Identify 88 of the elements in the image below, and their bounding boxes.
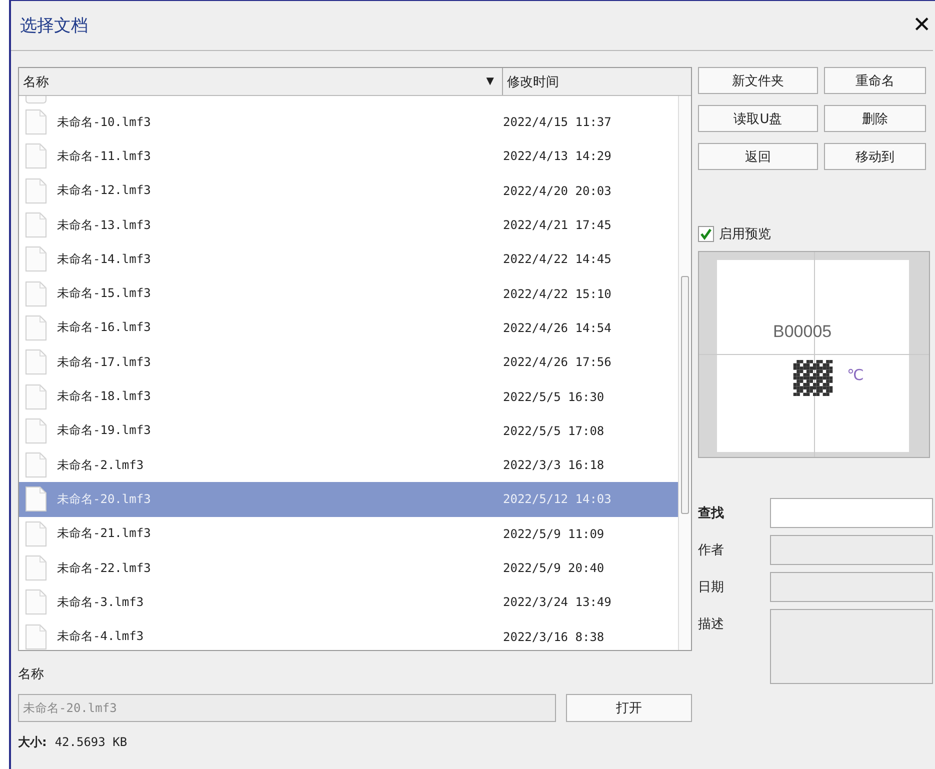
modified-date: 2022/3/3 16:18 [503,458,604,472]
file-icon [25,246,47,272]
file-row[interactable]: 未命名-18.lmf3 2022/5/5 16:30 [19,379,678,414]
file-name: 未命名-15.lmf3 [57,285,152,302]
label-text: B00005 [773,322,832,342]
action-button[interactable]: 新文件夹 [698,67,818,94]
file-row[interactable]: 未命名-10.lmf3 2022/4/15 11:37 [19,105,678,140]
file-name: 未命名-21.lmf3 [57,525,152,542]
search-field[interactable] [770,498,933,528]
modified-date: 2022/4/26 17:56 [503,355,612,370]
checkbox[interactable] [698,226,714,242]
scrollbar-thumb[interactable] [681,276,689,514]
file-name: 未命名-22.lmf3 [57,560,152,576]
file-row[interactable]: 未命名-2.lmf3 2022/3/3 16:18 [19,448,678,482]
modified-date: 2022/4/22 14:45 [503,252,612,266]
file-icon [25,452,47,478]
scrollbar[interactable] [678,96,691,650]
file-row[interactable]: 未命名-13.lmf3 2022/4/21 17:45 [19,208,678,242]
modified-date: 2022/4/15 11:37 [503,115,612,130]
file-icon [25,143,47,170]
matrix-code-icon [793,360,833,396]
modified-date: 2022/4/13 14:29 [503,149,612,164]
file-icon [25,178,47,204]
size-value: 42.5693 KB [54,735,128,749]
file-name: 未命名-10.lmf3 [57,114,152,131]
file-icon [25,555,47,581]
modified-date: 2022/3/16 8:38 [503,630,604,644]
file-row[interactable]: 未命名-22.lmf3 2022/5/9 20:40 [19,550,678,586]
file-icon [25,212,47,238]
size-label: 大小: [18,735,47,749]
file-icon [25,486,47,512]
file-name: 未命名-4.lmf3 [57,628,145,646]
field-label: 查找 [698,505,725,523]
file-row[interactable]: 未命名-17.lmf3 2022/4/26 17:56 [19,345,678,380]
field-label: 作者 [698,542,725,560]
file-row[interactable]: 未命名-4.lmf3 2022/3/16 8:38 [19,619,678,650]
action-button[interactable]: 删除 [824,105,926,132]
file-name: 未命名-17.lmf3 [57,354,152,371]
window-title: 选择文档 [20,15,88,37]
file-row[interactable]: 未命名-14.lmf3 2022/4/22 14:45 [19,242,678,276]
field-label: 日期 [698,579,725,597]
file-name: 未命名-18.lmf3 [57,388,152,406]
file-icon [25,109,47,136]
modified-date: 2022/4/26 14:54 [503,320,612,335]
file-row[interactable]: 未命名-11.lmf3 2022/4/13 14:29 [19,139,678,174]
file-icon [25,349,47,376]
modified-date: 2022/5/5 17:08 [503,424,604,438]
file-name: 未命名-13.lmf3 [57,216,152,234]
file-name: 未命名-11.lmf3 [57,148,152,165]
modified-date: 2022/4/20 20:03 [503,184,612,198]
modified-date: 2022/4/21 17:45 [503,218,612,232]
file-icon [25,384,47,410]
unit-text: ℃ [847,366,864,384]
file-row[interactable]: 未命名-21.lmf3 2022/5/9 11:09 [19,516,678,551]
file-name: 未命名-12.lmf3 [57,182,152,200]
modified-date: 2022/5/9 20:40 [503,561,604,575]
file-name: 未命名-14.lmf3 [57,250,152,268]
file-row[interactable]: 未命名-12.lmf3 2022/4/20 20:03 [19,174,678,208]
action-button[interactable]: 移动到 [824,143,926,170]
field-label: 描述 [698,616,725,634]
modified-date: 2022/5/12 14:03 [503,492,612,506]
file-icon [25,520,47,547]
action-button[interactable]: 重命名 [824,67,926,94]
modified-date: 2022/5/5 16:30 [503,390,604,404]
file-icon [25,280,47,307]
file-name: 未命名-16.lmf3 [57,319,152,336]
file-row[interactable]: 未命名-3.lmf3 2022/3/24 13:49 [19,585,678,620]
file-name: 未命名-20.lmf3 [57,490,152,508]
column-header[interactable]: 修改时间 [503,68,691,95]
modified-date: 2022/3/24 13:49 [503,595,612,610]
modified-date: 2022/5/9 11:09 [503,526,604,541]
modified-date: 2022/4/22 15:10 [503,286,612,301]
open-button[interactable]: 打开 [566,694,692,722]
file-name: 未命名-19.lmf3 [57,422,152,440]
column-header[interactable]: 名称 ▼ [19,68,503,95]
file-row[interactable]: 未命名-19.lmf3 2022/5/5 17:08 [19,414,678,448]
checkbox-label: 启用预览 [719,226,771,243]
file-row[interactable]: 未命名-16.lmf3 2022/4/26 14:54 [19,310,678,346]
file-icon [25,418,47,444]
file-row[interactable]: 未命名-15.lmf3 2022/4/22 15:10 [19,276,678,311]
file-icon [25,314,47,341]
field-label: 名称 [18,666,45,683]
action-button[interactable]: 读取U盘 [698,105,818,132]
close-button[interactable]: ✕ [912,13,933,38]
file-name: 未命名-3.lmf3 [57,594,145,611]
action-button[interactable]: 返回 [698,143,818,170]
file-icon [25,589,47,616]
file-name: 未命名-2.lmf3 [57,456,145,474]
